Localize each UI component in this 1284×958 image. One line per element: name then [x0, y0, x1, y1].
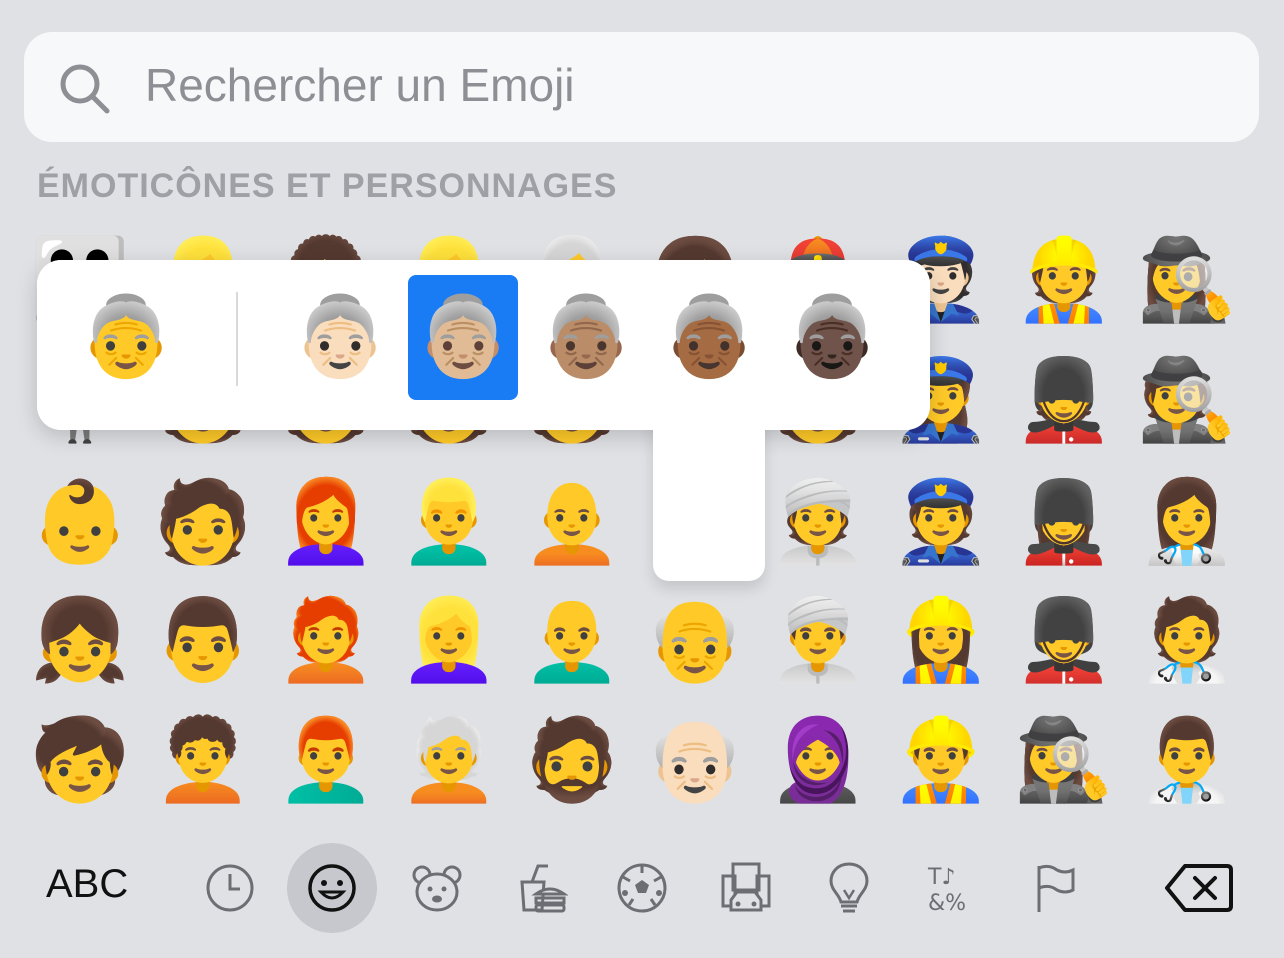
emoji-key[interactable]: 👴🏻: [640, 705, 750, 815]
emoji-key[interactable]: 🧔: [517, 705, 627, 815]
objects-icon[interactable]: [809, 850, 889, 926]
abc-button[interactable]: ABC: [46, 862, 128, 907]
emoji-key[interactable]: 👨: [148, 585, 258, 695]
recent-icon[interactable]: [190, 850, 270, 926]
emoji-key[interactable]: 💂‍♂️: [1009, 585, 1119, 695]
emoji-key[interactable]: 👱‍♀️: [394, 585, 504, 695]
svg-text:&%: &%: [928, 891, 966, 916]
popup-divider: [236, 292, 238, 386]
food-icon[interactable]: [500, 850, 580, 926]
smiley-icon[interactable]: [287, 843, 377, 933]
svg-text:T♪: T♪: [927, 865, 955, 890]
emoji-key[interactable]: 🧑‍🦳: [394, 705, 504, 815]
animal-icon[interactable]: [397, 850, 477, 926]
emoji-key[interactable]: 👧: [25, 585, 135, 695]
emoji-key[interactable]: 👷‍♀️: [886, 585, 996, 695]
emoji-key[interactable]: 👳‍♂️: [763, 585, 873, 695]
delete-icon: [1165, 864, 1233, 912]
emoji-key[interactable]: 🧑‍🦱: [148, 705, 258, 815]
emoji-key[interactable]: 🧑‍⚕️: [1132, 585, 1242, 695]
emoji-key[interactable]: 👩‍⚕️: [1132, 467, 1242, 577]
skin-tone-medium[interactable]: 👵🏽: [531, 275, 641, 400]
skin-tone-default[interactable]: 👵: [71, 275, 181, 400]
emoji-key[interactable]: 🕵️‍♀️: [1132, 225, 1242, 335]
emoji-key[interactable]: 🧒: [25, 705, 135, 815]
emoji-key[interactable]: 👨‍🦲: [517, 585, 627, 695]
emoji-key[interactable]: 🧑‍🦰: [271, 585, 381, 695]
travel-icon[interactable]: [706, 850, 786, 926]
emoji-key[interactable]: 👶: [25, 467, 135, 577]
emoji-key[interactable]: 👱‍♂️: [394, 467, 504, 577]
skin-tone-dark[interactable]: 👵🏿: [777, 275, 887, 400]
skin-tone-medium-light[interactable]: 👵🏼: [408, 275, 518, 400]
emoji-key[interactable]: 🕵️‍♀️: [1009, 705, 1119, 815]
emoji-key[interactable]: 💂: [1009, 345, 1119, 455]
emoji-key[interactable]: 👩‍🦰: [271, 467, 381, 577]
flags-icon[interactable]: [1015, 850, 1095, 926]
delete-button[interactable]: [1163, 862, 1235, 918]
emoji-key[interactable]: 💂‍♀️: [1009, 467, 1119, 577]
emoji-key[interactable]: 👳: [763, 467, 873, 577]
emoji-key[interactable]: 🧕: [763, 705, 873, 815]
emoji-key[interactable]: 👮: [886, 467, 996, 577]
emoji-key[interactable]: 👨‍🦰: [271, 705, 381, 815]
emoji-key[interactable]: 👴: [640, 585, 750, 695]
emoji-key[interactable]: 🕵️: [1132, 345, 1242, 455]
emoji-key[interactable]: 🧑‍🦲: [517, 467, 627, 577]
emoji-key[interactable]: 🧑: [148, 467, 258, 577]
skin-tone-light[interactable]: 👵🏻: [285, 275, 395, 400]
emoji-key[interactable]: 👷‍♂️: [886, 705, 996, 815]
activity-icon[interactable]: [602, 850, 682, 926]
search-icon: [60, 64, 110, 114]
search-input-placeholder[interactable]: Rechercher un Emoji: [145, 58, 575, 112]
emoji-key[interactable]: 👨‍⚕️: [1132, 705, 1242, 815]
emoji-key[interactable]: 👷: [1009, 225, 1119, 335]
symbols-icon[interactable]: T♪ &%: [912, 850, 992, 926]
section-title: ÉMOTICÔNES ET PERSONNAGES: [37, 167, 618, 205]
skin-tone-medium-dark[interactable]: 👵🏾: [654, 275, 764, 400]
